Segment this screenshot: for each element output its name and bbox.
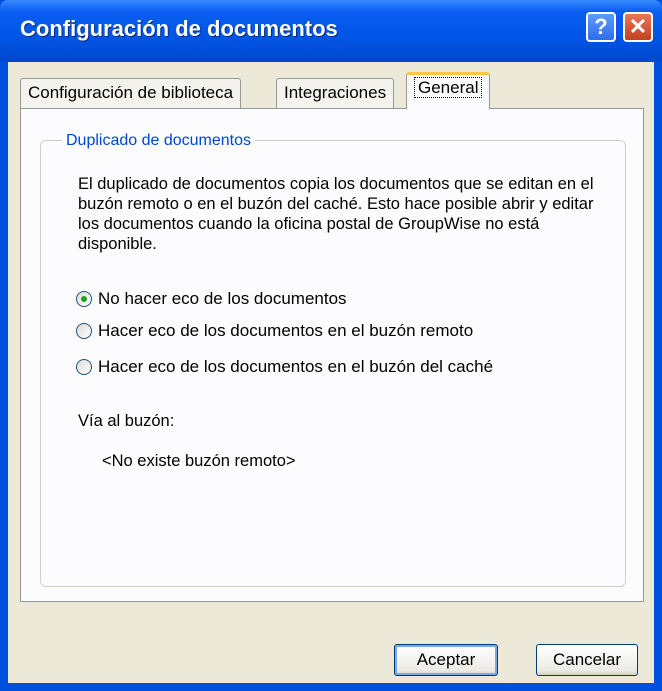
path-value: <No existe buzón remoto> [102,452,296,470]
title-bar[interactable]: Configuración de documentos ? ✕ [0,0,662,62]
window-title: Configuración de documentos [20,16,338,41]
radio-label: Hacer eco de los documentos en el buzón … [98,357,494,376]
tab-integraciones[interactable]: Integraciones [276,78,395,108]
dialog-window: Configuración de documentos ? ✕ Configur… [0,0,662,691]
radio-eco-remoto[interactable]: Hacer eco de los documentos en el buzón … [76,321,473,341]
tab-label: Configuración de biblioteca [28,83,234,102]
tab-configuracion-biblioteca[interactable]: Configuración de biblioteca [20,78,242,108]
help-button[interactable]: ? [586,12,616,42]
tab-label: General [414,77,483,98]
close-icon: ✕ [628,14,648,39]
group-title: Duplicado de documentos [62,132,256,150]
tab-label: Integraciones [284,83,387,102]
window-bottom-border [0,683,662,691]
radio-no-eco[interactable]: No hacer eco de los documentos [76,289,347,309]
dialog-client-area: Configuración de biblioteca Integracione… [8,62,654,683]
radio-checked-icon [76,291,92,307]
radio-label: Hacer eco de los documentos en el buzón … [98,321,474,340]
path-label: Vía al buzón: [78,412,175,430]
tab-general[interactable]: General [406,72,491,109]
close-button[interactable]: ✕ [623,12,653,42]
help-icon: ? [594,14,608,39]
cancel-button[interactable]: Cancelar [536,644,638,676]
radio-eco-cache[interactable]: Hacer eco de los documentos en el buzón … [76,357,493,377]
group-description: El duplicado de documentos copia los doc… [78,175,594,253]
radio-unchecked-icon [76,359,92,375]
radio-label: No hacer eco de los documentos [98,289,347,308]
ok-button[interactable]: Aceptar [394,644,498,676]
radio-unchecked-icon [76,323,92,339]
